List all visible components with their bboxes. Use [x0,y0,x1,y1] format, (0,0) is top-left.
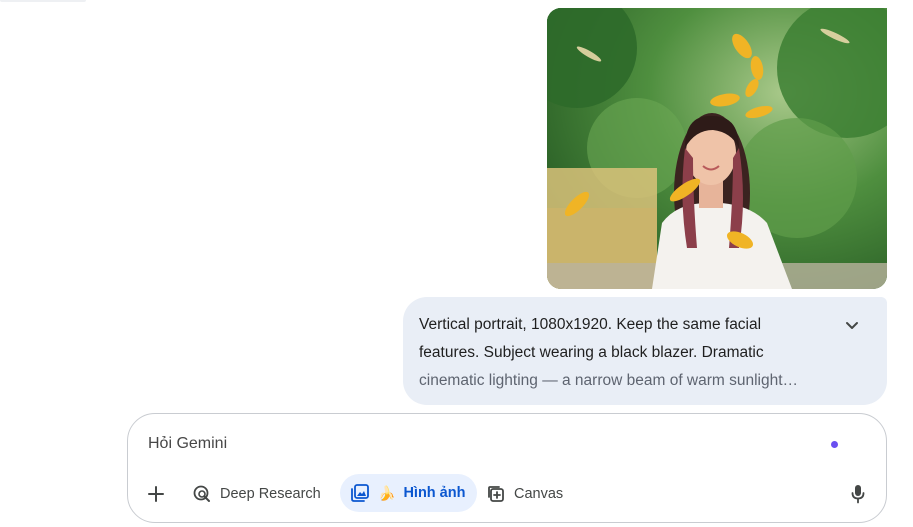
image-tool-button[interactable]: 🍌 Hình ảnh [340,474,478,512]
canvas-button[interactable]: Canvas [486,478,563,510]
chevron-down-icon[interactable] [845,321,859,331]
deep-research-button[interactable]: Deep Research [192,478,321,510]
composer-toolbar: Deep Research 🍌 Hình ảnh Canvas [128,474,886,512]
prompt-line-truncated: cinematic lighting — a narrow beam of wa… [419,372,799,389]
microphone-button[interactable] [848,478,868,510]
prompt-line: features. Subject wearing a black blazer… [419,344,764,361]
canvas-label: Canvas [514,486,564,502]
top-divider [0,0,86,2]
prompt-composer: Deep Research 🍌 Hình ảnh Canvas [127,413,887,523]
portrait-photo [547,8,887,289]
status-dot [831,441,838,448]
user-prompt-bubble[interactable]: Vertical portrait, 1080x1920. Keep the s… [403,297,887,405]
add-button[interactable] [145,478,167,510]
deep-research-label: Deep Research [220,486,321,502]
image-tool-label: Hình ảnh [403,485,466,501]
microphone-icon [851,485,865,504]
canvas-icon [488,486,504,502]
plus-icon [148,486,164,502]
deep-research-icon [193,485,210,502]
prompt-line: Vertical portrait, 1080x1920. Keep the s… [419,316,762,333]
uploaded-image[interactable] [547,8,887,289]
image-gallery-icon [351,484,369,502]
banana-emoji: 🍌 [378,485,396,501]
prompt-input[interactable] [148,432,788,456]
